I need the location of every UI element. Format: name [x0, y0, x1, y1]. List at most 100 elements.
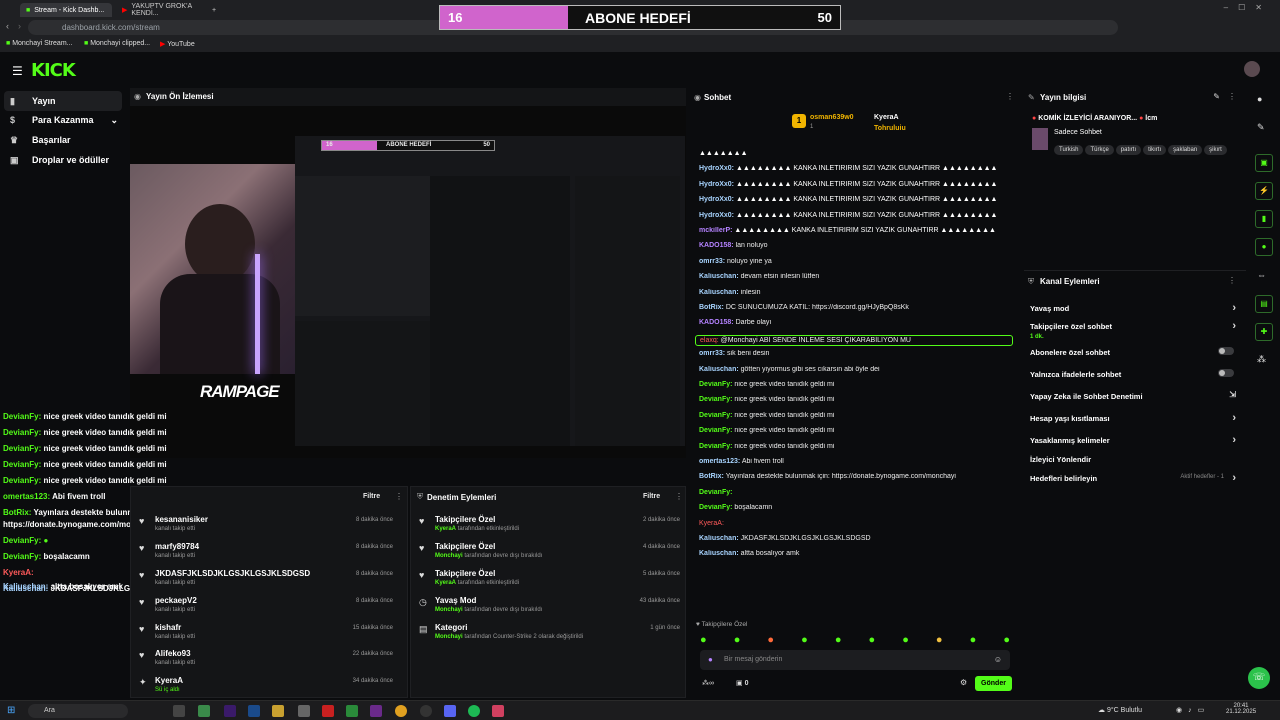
help-chat-icon[interactable]: ☏ [1248, 667, 1270, 689]
bookmark-monchayi-stream[interactable]: ■ Monchayi Stream... [6, 40, 73, 47]
toolbar-button-a[interactable]: ▣ [1255, 154, 1273, 172]
chat-message[interactable]: Kaliuschan: devam etsin inlesin lütfen [699, 273, 1017, 280]
settings-icon[interactable]: ⚙ [960, 678, 967, 687]
chat-username[interactable]: BotRix: [699, 473, 724, 480]
toolbar-button-f[interactable]: ✚ [1255, 323, 1273, 341]
more-icon[interactable]: ⋮ [1228, 92, 1236, 101]
ai-moderation-row[interactable]: Yapay Zeka ile Sohbet Denetimi ⇲ [1030, 390, 1240, 401]
emote-icon[interactable]: ● [801, 634, 808, 648]
new-tab-button[interactable]: + [212, 3, 226, 17]
gift-counter[interactable]: ▣ 0 [736, 679, 748, 687]
chat-message[interactable]: mckillerP: ▲▲▲▲▲▲▲▲ KANKA İNLETİRİRİM Sİ… [699, 227, 1017, 234]
app-icon[interactable] [198, 705, 210, 717]
chat-username[interactable]: DevianFy: [699, 381, 732, 388]
chat-username[interactable]: omrr33: [699, 258, 725, 265]
chat-username[interactable]: KADO158: [699, 319, 734, 326]
emote-only-toggle[interactable] [1218, 369, 1234, 377]
folder-icon[interactable] [272, 705, 284, 717]
chat-username[interactable]: DevianFy: [699, 396, 732, 403]
bookmark-monchayi-clipped[interactable]: ■ Monchayi clipped... [84, 40, 150, 47]
chat-username[interactable]: Kaliuschan: [699, 273, 739, 280]
sidebar-item-yayin[interactable]: ▮ Yayın [4, 91, 122, 111]
account-age-row[interactable]: Hesap yaşı kısıtlaması › [1030, 412, 1240, 424]
subscribers-only-toggle[interactable] [1218, 347, 1234, 355]
sidebar-item-droplar[interactable]: ▣ Droplar ve ödüller [4, 150, 122, 170]
chat-message[interactable]: HydroXx0: ▲▲▲▲▲▲▲▲ KANKA İNLETİRİRİM SİZ… [699, 165, 1017, 172]
chat-input[interactable]: ● Bir mesaj gönderin ☺ [700, 650, 1010, 670]
chat-message[interactable]: elaxq: @Monchayi ABİ SENDE İNLEME SESİ Ç… [695, 334, 1013, 346]
excel-icon[interactable] [346, 705, 358, 717]
chat-username[interactable]: Kaliuschan: [699, 289, 739, 296]
emote-icon[interactable]: ● [734, 634, 741, 648]
banned-words-row[interactable]: Yasaklanmış kelimeler › [1030, 434, 1240, 446]
obs-icon[interactable] [420, 705, 432, 717]
more-icon[interactable]: ⋮ [1228, 276, 1236, 285]
toolbar-button-d[interactable]: ● [1255, 238, 1273, 256]
chat-username[interactable]: DevianFy: [699, 504, 732, 511]
emote-icon[interactable]: ● [936, 634, 943, 648]
followers-only-row[interactable]: Takipçilere özel sohbet 1 dk. › [1030, 320, 1240, 340]
premiere-icon[interactable] [224, 705, 236, 717]
chat-username[interactable]: DevianFy: [699, 427, 732, 434]
chat-username[interactable]: mckillerP: [699, 227, 732, 234]
activity-row[interactable]: ♥ kishafr kanalı takip etti 15 dakika önce [131, 621, 401, 647]
microphone-icon[interactable]: ● [708, 655, 713, 664]
chat-message[interactable]: DevianFy: nice greek video tanıdık geldi… [699, 412, 1017, 419]
activity-row[interactable]: ♥ peckaepV2 kanalı takip etti 8 dakika önce [131, 594, 401, 620]
moderation-row[interactable]: ♥ Takipçilere Özel KyeraA tarafından etkin… [411, 513, 686, 539]
emote-icon[interactable]: ● [869, 634, 876, 648]
chat-message[interactable]: KADO158: Darbe olayı [699, 319, 1017, 326]
taskbar-search[interactable]: Ara [28, 704, 128, 718]
weather[interactable]: ☁ 9°C Bulutlu [1098, 706, 1142, 714]
moderation-row[interactable]: ♥ Takipçilere Özel KyeraA tarafından etkin… [411, 567, 686, 593]
emote-icon[interactable]: ● [767, 634, 774, 648]
chat-message[interactable]: Kaliuschan: inlesin [699, 289, 1017, 296]
emote-icon[interactable]: ● [700, 634, 707, 648]
subscribers-only-row[interactable]: Abonelere özel sohbet [1030, 347, 1240, 357]
chat-username[interactable]: omrr33: [699, 350, 725, 357]
share-icon[interactable]: ⁂ [1257, 354, 1266, 365]
photoshop-icon[interactable] [248, 705, 260, 717]
activity-row[interactable]: ♥ JKDASFJKLSDJKLGSJKLGSJKLSDGSD kanalı tak… [131, 567, 401, 593]
chat-message[interactable]: omertas123: Abi fivem troll [699, 458, 1017, 465]
chat-message[interactable]: HydroXx0: ▲▲▲▲▲▲▲▲ KANKA İNLETİRİRİM SİZ… [699, 196, 1017, 203]
chat-username[interactable]: DevianFy: [699, 489, 732, 496]
emote-icon[interactable]: ● [835, 634, 842, 648]
window-controls[interactable]: –☐✕ [1224, 3, 1272, 12]
chat-message[interactable]: omrr33: noluyo yine ya [699, 258, 1017, 265]
chat-username[interactable]: HydroXx0: [699, 181, 734, 188]
activity-filter-button[interactable]: Filtre [363, 493, 380, 500]
more-icon[interactable]: ⋮ [1006, 92, 1014, 101]
moderation-filter-button[interactable]: Filtre [643, 493, 660, 500]
chat-message[interactable]: BotRix: DC SUNUCUMUZA KATIL: https://dis… [699, 304, 1017, 311]
moderation-row[interactable]: ▤ Kategori Monchayi tarafından Counter-Str… [411, 621, 686, 647]
app-icon[interactable] [298, 705, 310, 717]
slow-mode-row[interactable]: Yavaş mod › [1030, 302, 1240, 314]
chat-username[interactable]: Kaliuschan: [699, 550, 739, 557]
forward-icon[interactable]: › [18, 21, 21, 31]
chat-username[interactable]: HydroXx0: [699, 196, 734, 203]
chat-message[interactable]: DevianFy: nice greek video tanıdık geldi… [699, 443, 1017, 450]
chat-username[interactable]: Kaliuschan: [699, 535, 739, 542]
emote-icon[interactable]: ● [970, 634, 977, 648]
chat-message[interactable]: ▲▲▲▲▲▲▲ [699, 150, 1017, 157]
activity-row[interactable]: ♥ marfy89784 kanalı takip etti 8 dakika önc… [131, 540, 401, 566]
raid-row[interactable]: İzleyici Yönlendir [1030, 455, 1240, 464]
chat-username[interactable]: DevianFy: [699, 443, 732, 450]
chat-message[interactable]: DevianFy: nice greek video tanıdık geldi… [699, 396, 1017, 403]
chat-message[interactable]: omrr33: sik beni desin [699, 350, 1017, 357]
chat-message[interactable]: Kaliuschan: götten yiyormus gibi ses cık… [699, 366, 1017, 373]
clock[interactable]: 20:41 21.12.2025 [1226, 703, 1256, 715]
more-icon[interactable]: ⋮ [395, 492, 403, 501]
chat-message[interactable]: DevianFy: nice greek video tanıdık geldi… [699, 381, 1017, 388]
toolbar-button-b[interactable]: ⚡ [1255, 182, 1273, 200]
send-button[interactable]: Gönder [975, 676, 1012, 691]
chat-message[interactable]: DevianFy: [699, 489, 1017, 496]
sidebar-item-basarilar[interactable]: ♛ Başarılar [4, 130, 122, 150]
activity-row[interactable]: ✦ KyeraA Sü iç aldı 34 dakika önce [131, 674, 401, 700]
menu-icon[interactable]: ☰ [12, 64, 23, 78]
tab-youtube[interactable]: ▶ YAKUPTV GROK'A KENDİ... [116, 3, 211, 17]
more-icon[interactable]: ⋮ [675, 492, 683, 501]
app-icon[interactable] [370, 705, 382, 717]
chat-message[interactable]: DevianFy: nice greek video tanıdık geldi… [699, 427, 1017, 434]
